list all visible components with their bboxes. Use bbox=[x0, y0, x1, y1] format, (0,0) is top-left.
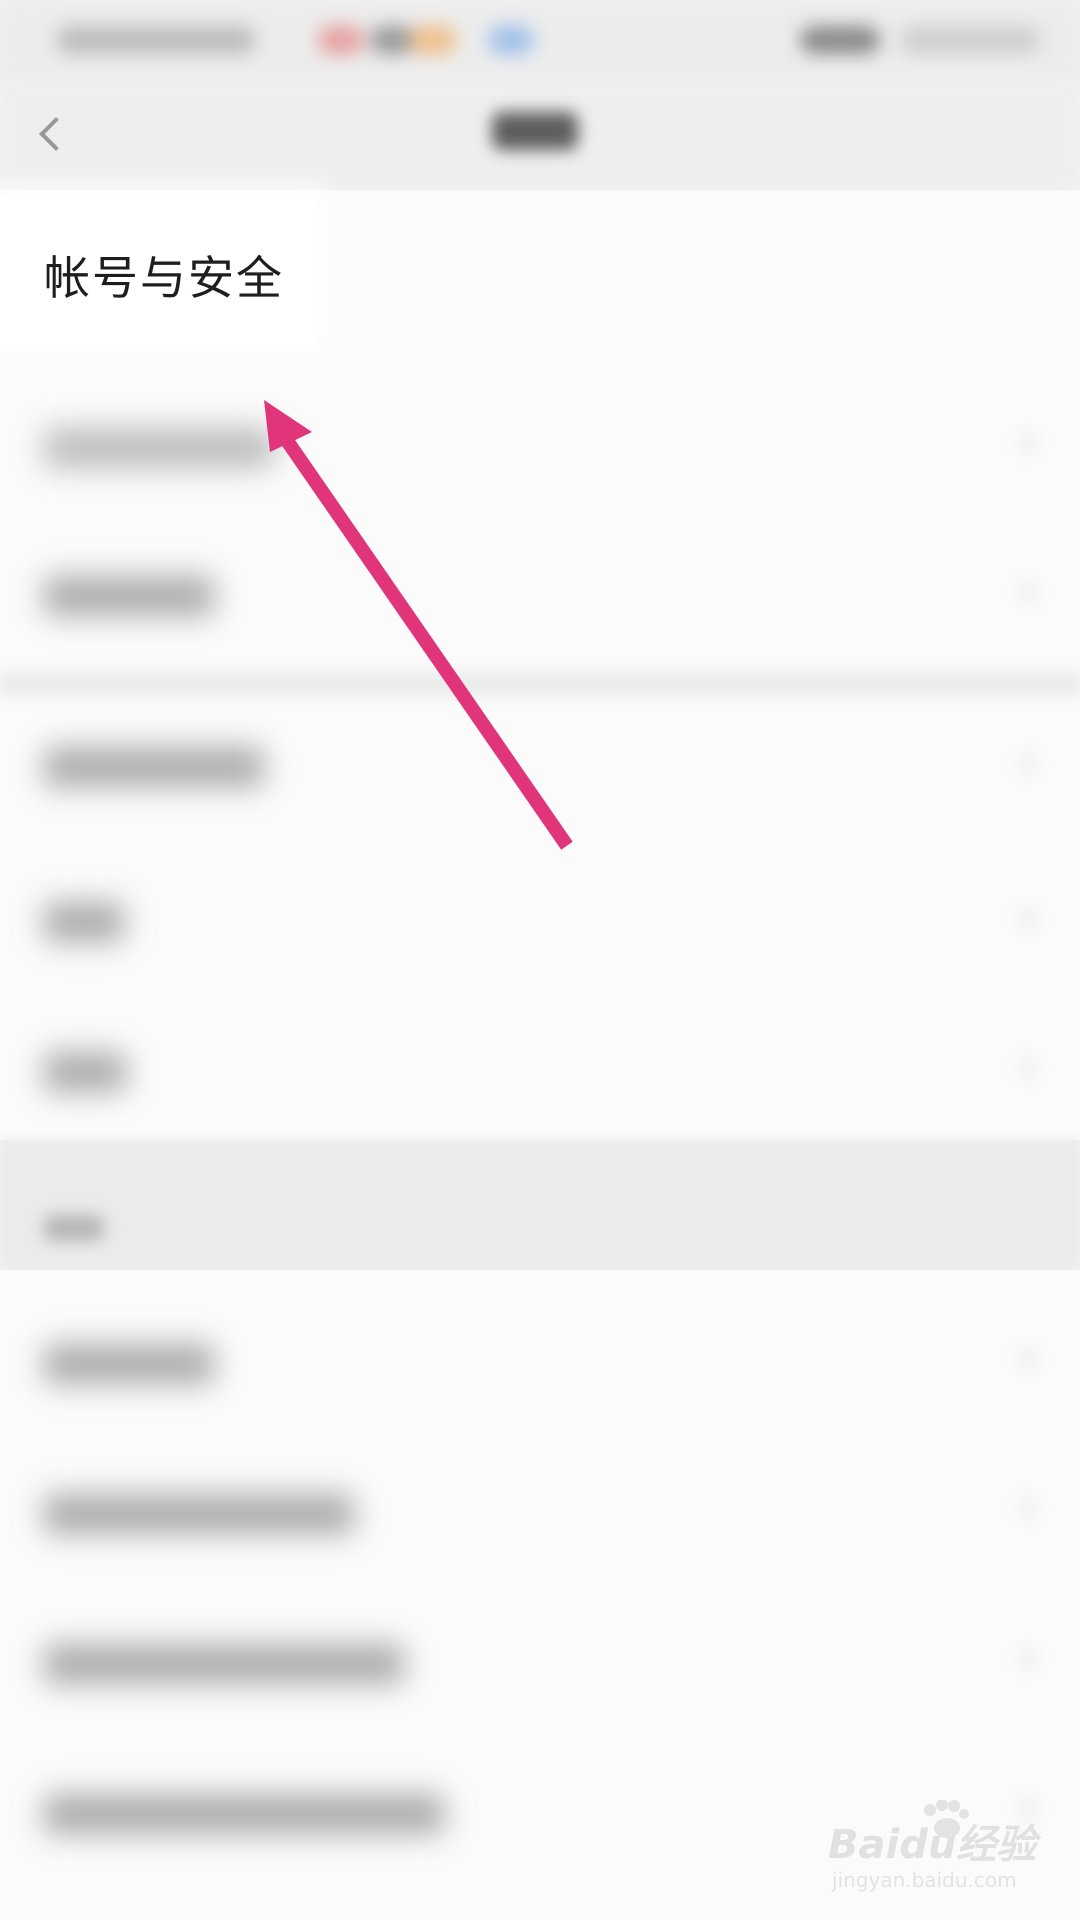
watermark-brand: Baidu经验 bbox=[828, 1822, 1037, 1868]
annotation-arrow bbox=[264, 400, 573, 850]
arrow-shaft bbox=[280, 435, 573, 850]
watermark: Baidu经验 jingyan.baidu.com bbox=[828, 1800, 1058, 1900]
watermark-url: jingyan.baidu.com bbox=[832, 1868, 1017, 1892]
